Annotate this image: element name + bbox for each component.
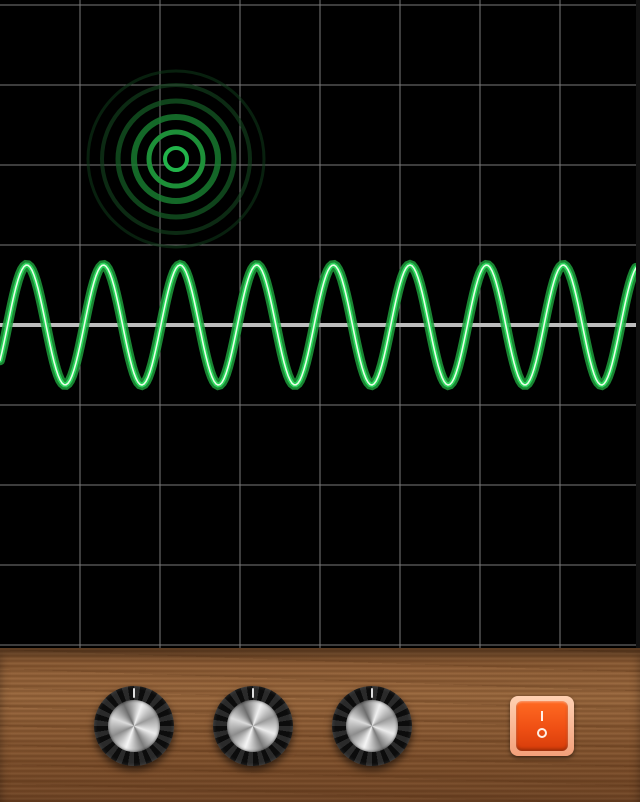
knob-2[interactable] [213, 686, 293, 766]
scope-graphics [0, 0, 636, 648]
knob-3[interactable] [332, 686, 412, 766]
knob-pointer [133, 688, 135, 698]
power-on-icon [541, 711, 543, 721]
knob-cap [346, 700, 398, 752]
target-icon[interactable] [86, 69, 266, 249]
knob-pointer [252, 688, 254, 698]
knob-cap [227, 700, 279, 752]
oscilloscope-app [0, 0, 640, 802]
power-switch[interactable] [510, 696, 574, 756]
power-switch-face [516, 701, 568, 751]
knob-1[interactable] [94, 686, 174, 766]
oscilloscope-screen[interactable] [0, 0, 640, 648]
knob-pointer [371, 688, 373, 698]
power-off-icon [537, 728, 547, 738]
knob-cap [108, 700, 160, 752]
